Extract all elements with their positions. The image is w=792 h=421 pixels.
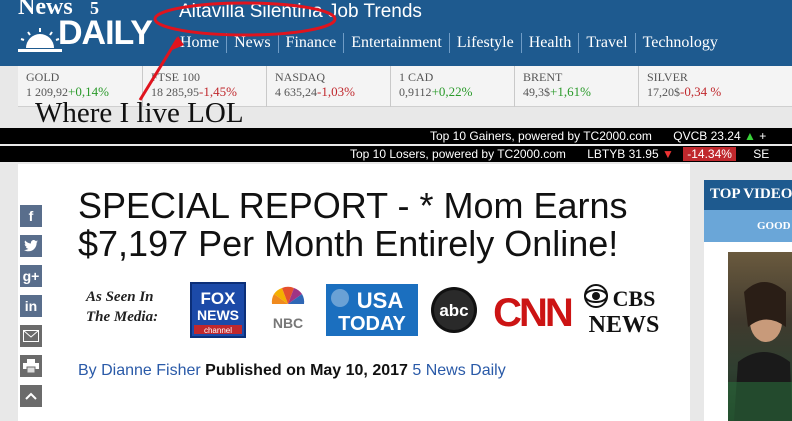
ticker-tail: SE bbox=[753, 147, 770, 161]
author-link[interactable]: By Dianne Fisher bbox=[78, 362, 201, 379]
email-icon[interactable] bbox=[20, 325, 42, 347]
fox-text: FOX bbox=[201, 289, 237, 308]
facebook-icon[interactable]: f bbox=[20, 205, 42, 227]
usa-text: USA bbox=[357, 288, 404, 313]
google-plus-icon[interactable]: g+ bbox=[20, 265, 42, 287]
sidebar-subtitle[interactable]: GOOD bbox=[704, 210, 792, 242]
published-date: Published on May 10, 2017 bbox=[205, 362, 408, 379]
abc-text: abc bbox=[439, 301, 468, 320]
linkedin-icon[interactable]: in bbox=[20, 295, 42, 317]
cnn-text: CNN bbox=[493, 291, 572, 334]
twitter-icon[interactable] bbox=[20, 235, 42, 257]
losers-ticker[interactable]: Top 10 Losers, powered by TC2000.com LBT… bbox=[0, 146, 792, 162]
annotation-circle bbox=[153, 1, 337, 37]
cbs-news-logo: CBS NEWS bbox=[584, 284, 660, 338]
article-headline: SPECIAL REPORT - * Mom Earns $7,197 Per … bbox=[78, 185, 628, 264]
fox-news-text: NEWS bbox=[197, 307, 239, 323]
scroll-top-icon[interactable] bbox=[20, 385, 42, 407]
usa-today-logo: USA TODAY bbox=[326, 284, 418, 336]
seen-line-1: As Seen In bbox=[86, 289, 154, 305]
cnn-logo: CNN bbox=[493, 291, 575, 334]
abc-logo: abc bbox=[431, 287, 477, 333]
media-logos: FOX NEWS channel NBC USA TODAY abc CNN C… bbox=[190, 282, 664, 338]
ticker-price: 31.95 bbox=[628, 147, 659, 161]
down-arrow-icon: ▼ bbox=[661, 147, 674, 161]
sidebar-title: TOP VIDEOS bbox=[704, 180, 792, 210]
video-thumbnail-image bbox=[728, 282, 792, 421]
ticker-label: Top 10 Losers, powered by TC2000.com bbox=[350, 147, 566, 161]
fox-channel-text: channel bbox=[204, 326, 232, 335]
cbs-text: CBS bbox=[613, 286, 656, 311]
source-link[interactable]: 5 News Daily bbox=[412, 362, 505, 379]
social-share-bar: f g+ in bbox=[18, 205, 44, 415]
annotation-text: Where I live LOL bbox=[35, 97, 244, 129]
annotation-arrow bbox=[138, 37, 180, 101]
seen-line-2: The Media: bbox=[86, 309, 159, 325]
as-seen-in-label: As Seen In The Media: bbox=[86, 287, 158, 327]
ticker-symbol: LBTYB bbox=[587, 147, 626, 161]
today-text: TODAY bbox=[338, 313, 406, 335]
msnbc-logo: NBC bbox=[271, 286, 305, 331]
article-byline: By Dianne Fisher Published on May 10, 20… bbox=[78, 362, 506, 380]
fox-news-logo: FOX NEWS channel bbox=[190, 282, 246, 338]
ticker-change: -14.34% bbox=[683, 147, 736, 161]
cbs-news-text: NEWS bbox=[589, 312, 660, 338]
video-thumbnail[interactable] bbox=[728, 252, 792, 421]
print-icon[interactable] bbox=[20, 355, 42, 377]
nbc-text: NBC bbox=[273, 315, 303, 331]
